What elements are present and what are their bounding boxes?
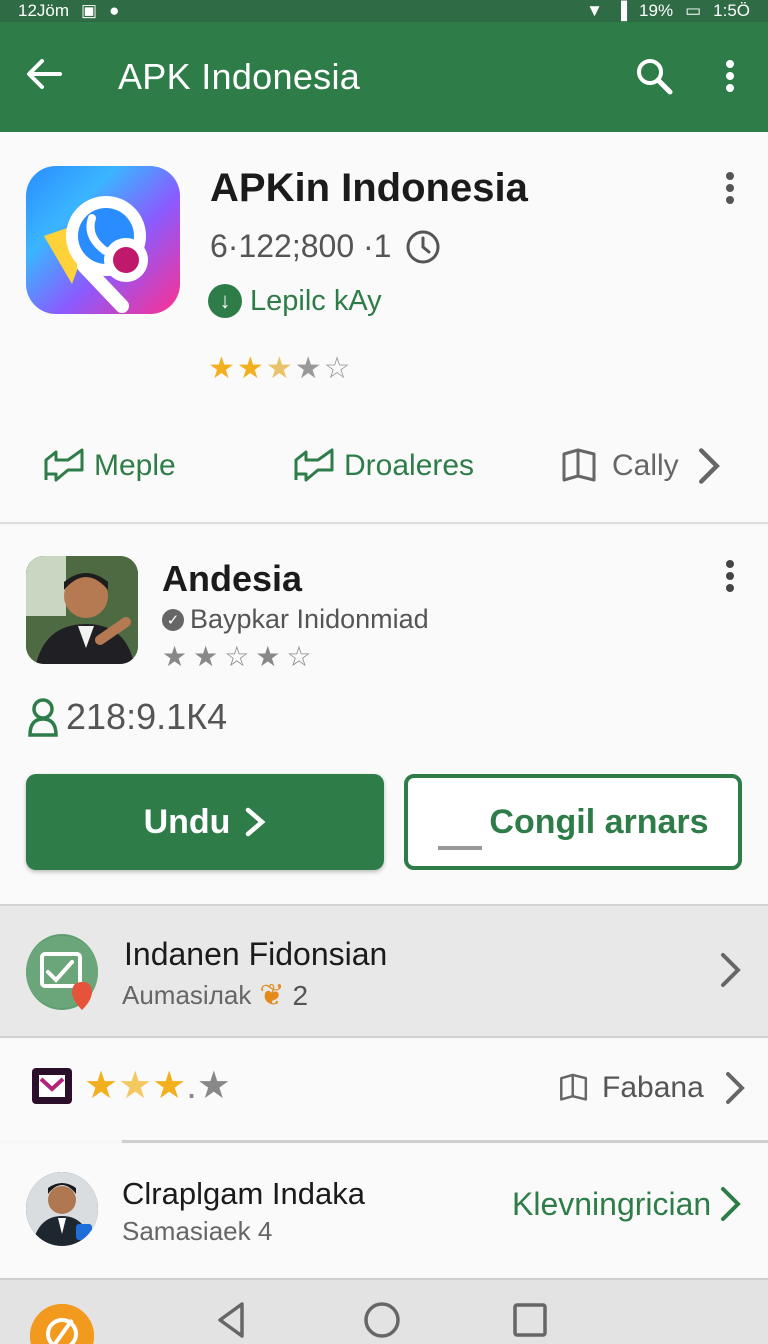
share-icon (294, 448, 334, 482)
signal-icon: ▐ (615, 1, 628, 20)
mail-icon (32, 1068, 72, 1104)
book-icon (562, 448, 596, 482)
list-item-subtitle: Aumasiлаk ❦ 2 (122, 978, 308, 1013)
publisher-name: Andesia (162, 558, 303, 599)
app-bar: APK Indonesia (0, 22, 768, 132)
developer-name: Lepilc kAy (250, 284, 382, 317)
home-nav-icon[interactable] (362, 1300, 402, 1340)
status-left: 12Jöm ▣ ● (18, 1, 119, 21)
action-cally[interactable]: Cally (560, 446, 731, 486)
user-icon (28, 698, 58, 737)
clock-icon (406, 230, 440, 263)
action-label: Meple (94, 449, 176, 482)
back-arrow-icon[interactable] (24, 54, 64, 94)
share-icon (44, 448, 84, 482)
map-icon (26, 934, 98, 1010)
download-button-label: Undu (143, 802, 231, 841)
battery-percent: 19% (639, 1, 674, 20)
action-label: Cally (612, 449, 679, 482)
fabana-label: Fabana (602, 1071, 704, 1104)
action-meple[interactable]: Meple (42, 446, 176, 486)
search-icon[interactable] (634, 56, 674, 96)
list-item-count: 2 (292, 979, 309, 1011)
person-avatar (26, 1172, 98, 1246)
chevron-right-icon (698, 448, 720, 484)
chevron-right-icon (721, 1187, 741, 1221)
app-developer[interactable]: ↓ Lepilc kAy (208, 284, 382, 318)
action-label: Droaleres (344, 449, 475, 482)
back-nav-icon[interactable] (212, 1300, 252, 1340)
status-bar: 12Jöm ▣ ● ▼ ▐ 19% ▭ 1:5Ö (0, 0, 768, 22)
chevron-right-icon (725, 1072, 745, 1104)
list-item-title: Clraplgam Indaka (122, 1176, 365, 1211)
book-icon (560, 1073, 588, 1101)
download-icon: ↓ (208, 284, 242, 318)
app-meta-text: 6·122;800 ·1 (210, 228, 392, 264)
download-count-text: 218:9.1К4 (66, 696, 228, 737)
publisher-subtitle: ✓ Baypkar Inidonmiad (162, 604, 429, 635)
action-row: Meple Droaleres Cally (0, 446, 768, 496)
recents-nav-icon[interactable] (510, 1300, 550, 1340)
wifi-icon: ▼ (586, 1, 603, 20)
app-name: APKin Indonesia (210, 166, 528, 210)
list-item-title: Indanen Fidonsian (124, 936, 388, 972)
app-meta: 6·122;800 ·1 (210, 228, 441, 265)
publisher-menu-icon[interactable] (716, 556, 744, 596)
publisher-rating-stars: ★★☆★☆ (162, 641, 318, 672)
list-item-rating[interactable]: ★★★.★ Fabana (0, 1040, 768, 1140)
publisher-card: Andesia ✓ Baypkar Inidonmiad ★★☆★☆ 218:9… (0, 526, 768, 904)
system-nav-bar (0, 1278, 768, 1344)
check-icon: ● (109, 1, 120, 20)
download-count: 218:9.1К4 (26, 696, 227, 738)
brand-icon[interactable] (30, 1304, 94, 1344)
chevron-right-icon (721, 953, 741, 987)
verified-icon: ✓ (162, 608, 184, 631)
app-rating-stars: ★ ★ ★ ★ ☆ (208, 352, 351, 385)
app-header-card: APKin Indonesia 6·122;800 ·1 ↓ Lepilc kA… (0, 132, 768, 524)
fabana-link[interactable]: Fabana (558, 1070, 748, 1106)
battery-icon: ▭ (685, 1, 702, 20)
leaf-icon: ❦ (259, 979, 285, 1012)
app-logo-icon[interactable] (26, 166, 180, 314)
action-droaleres[interactable]: Droaleres (292, 446, 474, 486)
secondary-action-button[interactable]: Congil arnars (404, 774, 742, 870)
list-item-indanen[interactable]: Indanen Fidonsian Aumasiлаk ❦ 2 (0, 904, 768, 1038)
secondary-button-label: Congil arnars (489, 802, 709, 841)
list-item-clraplgam[interactable]: Clraplgam Indaka Samasiaek 4 Klevningric… (0, 1144, 768, 1276)
overflow-menu-icon[interactable] (716, 56, 744, 96)
status-clock: 1:5Ö (713, 1, 750, 20)
list-item-link[interactable]: Klevningrician (512, 1186, 711, 1223)
app-bar-title: APK Indonesia (118, 56, 361, 97)
list-item-subtitle: Samasiaek 4 (122, 1216, 273, 1246)
dash-decoration (438, 846, 482, 850)
notification-icon: ▣ (81, 1, 98, 20)
list-item-subtitle-text: Aumasiлаk (122, 980, 252, 1010)
app-card-menu-icon[interactable] (716, 168, 744, 208)
publisher-subtitle-text: Baypkar Inidonmiad (190, 604, 429, 634)
publisher-avatar[interactable] (26, 556, 138, 664)
chevron-right-icon (246, 807, 266, 837)
download-button[interactable]: Undu (26, 774, 384, 870)
divider (122, 1140, 768, 1143)
status-right: ▼ ▐ 19% ▭ 1:5Ö (586, 1, 750, 21)
rating-stars: ★★★.★ (84, 1065, 231, 1107)
status-time: 12Jöm (18, 1, 70, 20)
